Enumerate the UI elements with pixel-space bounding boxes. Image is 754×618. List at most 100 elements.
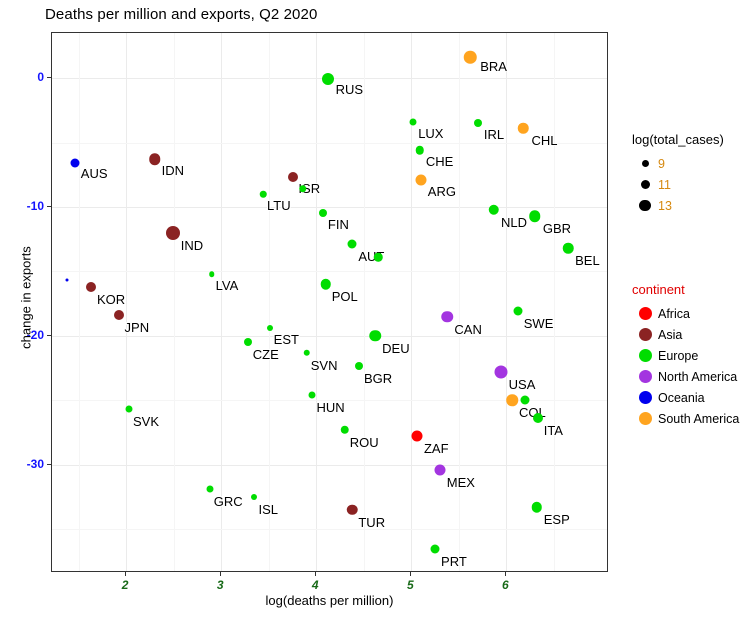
point-label: NLD bbox=[500, 214, 527, 230]
data-point bbox=[266, 325, 273, 332]
data-point bbox=[409, 118, 417, 126]
data-point bbox=[259, 190, 267, 198]
x-tick-mark bbox=[315, 572, 317, 576]
continent-legend-item[interactable]: South America bbox=[632, 408, 752, 429]
data-point bbox=[70, 158, 80, 168]
data-point bbox=[318, 209, 327, 218]
point-label: DEU bbox=[382, 340, 410, 356]
data-point bbox=[532, 413, 543, 424]
point-label: EST bbox=[273, 332, 299, 348]
x-tick-mark bbox=[410, 572, 412, 576]
point-label: JPN bbox=[124, 320, 150, 336]
x-tick-label: 2 bbox=[121, 578, 129, 592]
gridline-major bbox=[52, 206, 607, 208]
point-label: IRL bbox=[483, 127, 505, 143]
size-legend-item[interactable]: 9 bbox=[632, 153, 752, 174]
continent-legend-rows: Africa Asia Europe North America Oceania Sout… bbox=[632, 303, 752, 429]
continent-legend-label: Oceania bbox=[658, 390, 705, 405]
point-label: PRT bbox=[441, 553, 467, 569]
size-legend-rows: 9 11 13 bbox=[632, 153, 752, 216]
gridline-minor bbox=[78, 33, 80, 571]
data-point bbox=[355, 361, 363, 370]
data-point bbox=[125, 405, 133, 413]
x-tick-label: 6 bbox=[502, 578, 509, 592]
data-point bbox=[65, 278, 69, 282]
continent-legend-dot-icon bbox=[632, 391, 658, 404]
point-label: FIN bbox=[327, 217, 349, 233]
point-label: LVA bbox=[215, 278, 239, 293]
continent-legend-item[interactable]: Asia bbox=[632, 324, 752, 345]
point-label: BGR bbox=[364, 370, 393, 386]
continent-legend-item[interactable]: Oceania bbox=[632, 387, 752, 408]
gridline-minor bbox=[363, 33, 365, 571]
data-point bbox=[529, 210, 541, 222]
data-point bbox=[520, 395, 530, 405]
data-point bbox=[415, 146, 425, 155]
continent-legend-dot-icon bbox=[632, 349, 658, 362]
data-point bbox=[513, 306, 523, 316]
point-label: ZAF bbox=[423, 441, 449, 457]
gridline-major bbox=[126, 33, 128, 571]
gridline-minor bbox=[52, 529, 607, 531]
data-point bbox=[208, 271, 215, 277]
x-axis-label: log(deaths per million) bbox=[265, 593, 394, 608]
gridline-minor bbox=[173, 33, 175, 571]
x-tick-mark bbox=[505, 572, 507, 576]
point-label: ESP bbox=[543, 512, 570, 528]
continent-legend-dot-icon bbox=[632, 328, 658, 341]
data-point bbox=[321, 73, 334, 86]
y-axis-label: change in exports bbox=[18, 246, 34, 349]
data-point bbox=[434, 464, 446, 476]
point-label: KOR bbox=[96, 291, 126, 307]
point-label: IND bbox=[180, 237, 204, 253]
y-tick-label: -30 bbox=[26, 456, 44, 471]
y-tick-mark bbox=[47, 334, 51, 336]
page-title: Deaths per million and exports, Q2 2020 bbox=[45, 6, 318, 23]
point-label: POL bbox=[331, 289, 358, 305]
size-legend-dot-icon bbox=[632, 199, 658, 212]
continent-legend-item[interactable]: Africa bbox=[632, 303, 752, 324]
data-point bbox=[373, 252, 383, 262]
data-point bbox=[299, 185, 307, 193]
data-point bbox=[320, 279, 331, 290]
point-label: USA bbox=[508, 376, 536, 392]
size-legend-label: 13 bbox=[658, 198, 672, 213]
point-label: SVN bbox=[310, 357, 338, 373]
continent-legend: continent Africa Asia Europe North America O… bbox=[632, 282, 752, 429]
point-label: ISL bbox=[258, 501, 278, 517]
data-point bbox=[340, 425, 349, 435]
point-label: ROU bbox=[349, 434, 379, 450]
continent-legend-label: Asia bbox=[658, 327, 683, 342]
data-point bbox=[430, 544, 440, 553]
continent-legend-item[interactable]: Europe bbox=[632, 345, 752, 366]
data-point bbox=[473, 119, 482, 128]
x-tick-label: 5 bbox=[406, 578, 414, 592]
point-label: SWE bbox=[523, 316, 554, 332]
point-label: BRA bbox=[480, 59, 507, 75]
y-tick-label: 0 bbox=[37, 70, 44, 85]
gridline-major bbox=[411, 33, 413, 571]
data-point bbox=[308, 391, 316, 399]
point-label: HUN bbox=[316, 400, 345, 416]
continent-legend-dot-icon bbox=[632, 307, 658, 320]
x-tick-label: 3 bbox=[216, 578, 224, 592]
continent-legend-label: South America bbox=[658, 411, 740, 426]
gridline-minor bbox=[458, 33, 460, 571]
data-point bbox=[411, 430, 423, 442]
data-point bbox=[369, 330, 381, 342]
size-legend-item[interactable]: 11 bbox=[632, 174, 752, 195]
data-point bbox=[562, 242, 574, 254]
data-point bbox=[506, 394, 518, 407]
data-point bbox=[113, 310, 124, 321]
gridline-minor bbox=[52, 271, 607, 273]
continent-legend-item[interactable]: North America bbox=[632, 366, 752, 387]
point-label: IDN bbox=[161, 163, 185, 179]
data-point bbox=[288, 172, 299, 183]
size-legend-item[interactable]: 13 bbox=[632, 195, 752, 216]
point-label: CZE bbox=[252, 347, 279, 363]
gridline-major bbox=[52, 335, 607, 337]
point-label: TUR bbox=[358, 514, 386, 530]
continent-legend-dot-icon bbox=[632, 412, 658, 425]
size-legend-label: 9 bbox=[658, 156, 665, 171]
point-label: MEX bbox=[446, 474, 475, 490]
